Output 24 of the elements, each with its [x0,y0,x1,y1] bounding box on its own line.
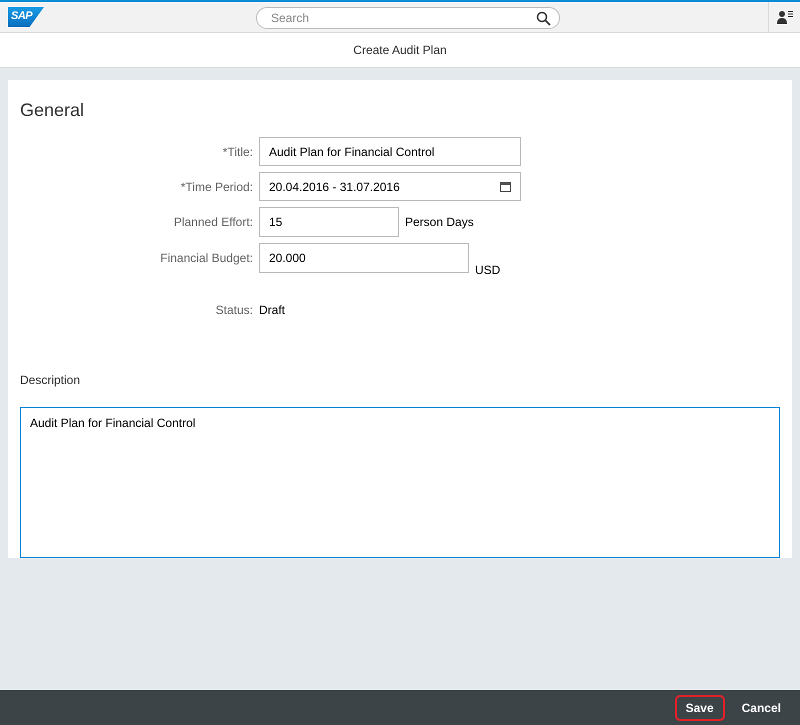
page-title: Create Audit Plan [353,43,447,57]
title-input[interactable]: Audit Plan for Financial Control [259,137,521,166]
effort-input[interactable]: 15 [259,207,399,237]
date-input[interactable]: 20.04.2016 - 31.07.2016 [259,172,521,201]
search-bar[interactable]: Search [256,7,560,29]
search-field[interactable]: Search [269,10,536,26]
description-textarea[interactable]: Audit Plan for Financial Control [20,407,780,558]
search-icon[interactable] [536,10,551,26]
field-label: Financial Budget: [160,250,253,265]
footer-button[interactable]: Save [674,694,725,720]
budget-input[interactable]: 20.000 [259,243,469,273]
field-label: *Time Period: [180,179,253,194]
footer-button[interactable]: Cancel [730,694,792,720]
field-label: *Title: [222,144,253,159]
unit-label: Person Days [405,215,474,229]
section-title: General [20,100,84,121]
field-label: Status: [216,303,253,317]
field-label: Planned Effort: [174,214,253,229]
sap-logo: SAP [8,7,44,27]
calendar-icon[interactable] [500,181,511,192]
unit-label: USD [475,263,500,277]
status-value: Draft [259,303,286,317]
description-label: Description [20,373,80,387]
user-icon [776,10,792,24]
